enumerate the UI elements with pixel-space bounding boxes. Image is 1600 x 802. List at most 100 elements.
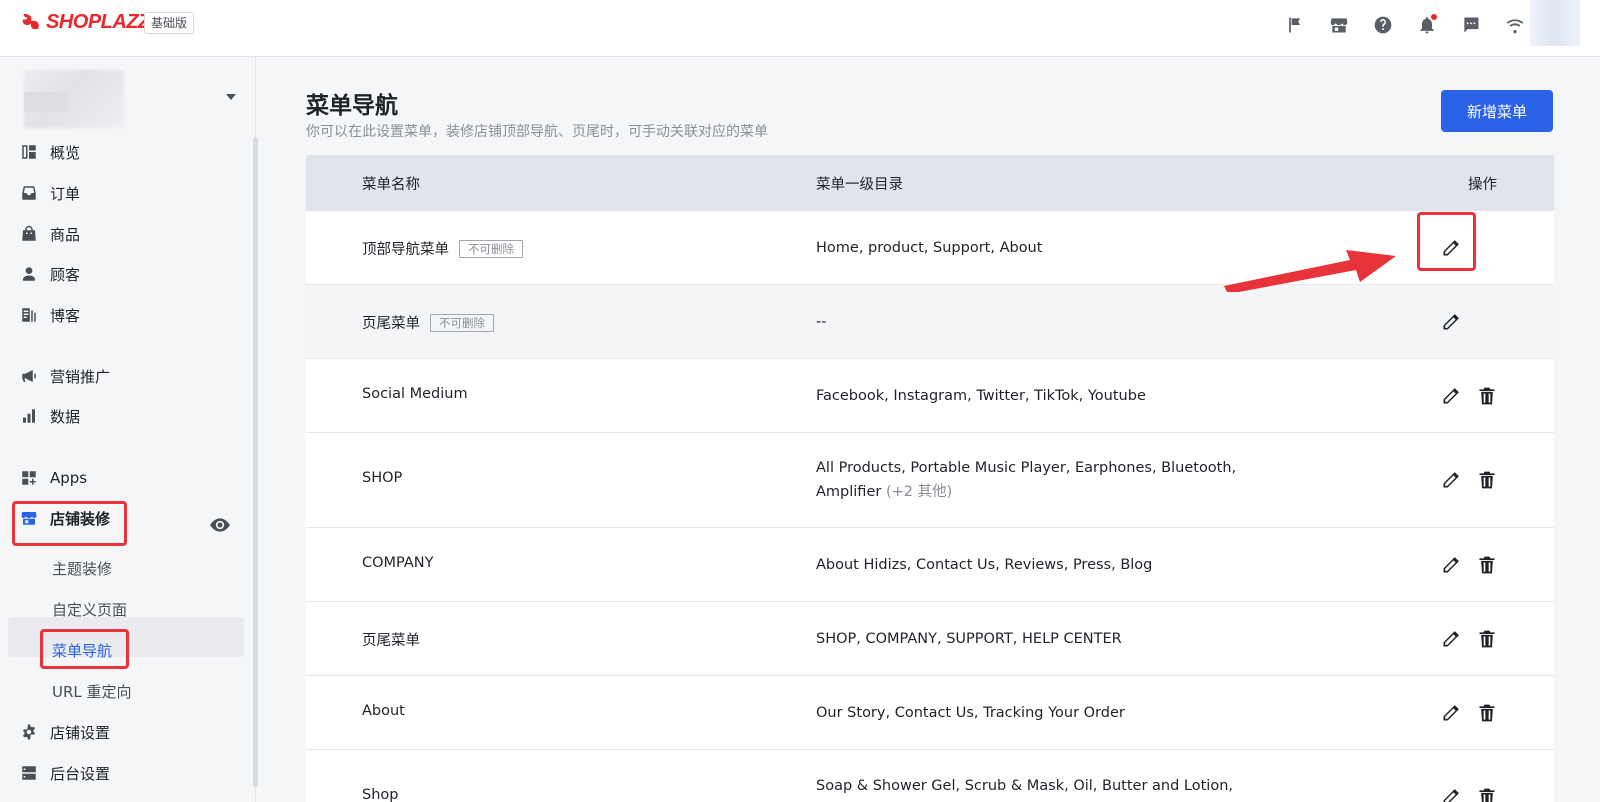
logo[interactable]: SHOPLAZZA <box>20 11 164 34</box>
inbox-icon <box>20 184 38 202</box>
sidebar-item-products[interactable]: 商品 <box>20 219 80 249</box>
user-avatar[interactable] <box>1530 0 1580 46</box>
notification-dot <box>1431 14 1437 20</box>
menu-name-cell: Social Medium <box>362 386 468 402</box>
chat-icon[interactable] <box>1460 14 1482 36</box>
bag-icon <box>20 225 38 243</box>
sidebar-item-label: 店铺设置 <box>50 723 111 742</box>
table-row: Social Medium Facebook, Instagram, Twitt… <box>306 359 1554 433</box>
top-icons <box>1284 14 1526 36</box>
column-header-name: 菜单名称 <box>362 176 420 193</box>
storefront-icon <box>20 509 38 527</box>
column-header-directory: 菜单一级目录 <box>816 176 903 193</box>
sidebar-item-label: 商品 <box>50 225 81 244</box>
help-icon[interactable] <box>1372 14 1394 36</box>
table-row: Shop Soap & Shower Gel, Scrub & Mask, Oi… <box>306 750 1554 802</box>
menu-name[interactable]: 顶部导航菜单 <box>362 238 449 259</box>
store-selector[interactable] <box>20 70 240 130</box>
sidebar-subitem-url-redirect[interactable]: URL 重定向 <box>52 677 132 705</box>
caret-down-icon[interactable] <box>226 94 236 100</box>
sidebar-item-label: 订单 <box>50 184 81 203</box>
row-actions <box>1441 470 1497 490</box>
sidebar-scrollbar[interactable] <box>253 137 258 787</box>
menu-name[interactable]: Shop <box>362 787 398 802</box>
trash-icon[interactable] <box>1477 787 1497 802</box>
sidebar-item-admin-settings[interactable]: 后台设置 <box>20 758 110 788</box>
menu-name-cell: COMPANY <box>362 555 434 571</box>
column-header-actions: 操作 <box>1468 176 1497 193</box>
add-menu-button[interactable]: 新增菜单 <box>1441 90 1553 132</box>
wifi-icon[interactable] <box>1504 14 1526 36</box>
person-icon <box>20 265 38 283</box>
sidebar-item-label: 营销推广 <box>50 367 111 386</box>
table-row: SHOP All Products, Portable Music Player… <box>306 433 1554 528</box>
trash-icon[interactable] <box>1477 629 1497 649</box>
blog-icon <box>20 306 38 324</box>
menu-name-cell: Shop <box>362 787 398 802</box>
trash-icon[interactable] <box>1477 703 1497 723</box>
megaphone-icon <box>20 367 38 385</box>
menu-directory: -- <box>816 314 827 330</box>
sidebar-item-label: 后台设置 <box>50 764 111 783</box>
menu-directory: Our Story, Contact Us, Tracking Your Ord… <box>816 705 1125 721</box>
menu-name[interactable]: COMPANY <box>362 555 434 571</box>
sidebar-item-customers[interactable]: 顾客 <box>20 259 80 289</box>
menu-directory: About Hidizs, Contact Us, Reviews, Press… <box>816 557 1153 573</box>
menu-directory: Home, product, Support, About <box>816 240 1043 256</box>
menu-directory-text: All Products, Portable Music Player, Ear… <box>816 460 1237 500</box>
trash-icon[interactable] <box>1477 470 1497 490</box>
trash-icon[interactable] <box>1477 386 1497 406</box>
menu-name[interactable]: SHOP <box>362 470 402 486</box>
menu-directory: All Products, Portable Music Player, Ear… <box>816 456 1256 504</box>
sidebar-item-analytics[interactable]: 数据 <box>20 401 80 431</box>
trash-icon[interactable] <box>1477 555 1497 575</box>
sidebar-item-label: 店铺装修 <box>50 509 111 528</box>
menu-name-cell: 页尾菜单 <box>362 629 420 650</box>
top-bar: SHOPLAZZA 基础版 <box>0 0 1600 57</box>
bell-icon[interactable] <box>1416 14 1438 36</box>
table-row: COMPANY About Hidizs, Contact Us, Review… <box>306 528 1554 602</box>
edit-pencil-icon[interactable] <box>1441 238 1461 258</box>
flag-icon[interactable] <box>1284 14 1306 36</box>
menu-directory: SHOP, COMPANY, SUPPORT, HELP CENTER <box>816 631 1122 647</box>
menu-name-cell: 顶部导航菜单 不可删除 <box>362 238 523 259</box>
store-icon[interactable] <box>1328 14 1350 36</box>
edit-pencil-icon[interactable] <box>1441 703 1461 723</box>
edit-pencil-icon[interactable] <box>1441 470 1461 490</box>
edit-pencil-icon[interactable] <box>1441 312 1461 332</box>
sidebar-item-label: 博客 <box>50 306 81 325</box>
edit-pencil-icon[interactable] <box>1441 629 1461 649</box>
bar-chart-icon <box>20 407 38 425</box>
menu-name[interactable]: 页尾菜单 <box>362 312 420 333</box>
row-actions <box>1441 555 1497 575</box>
sidebar-item-apps[interactable]: Apps <box>20 463 87 493</box>
menu-name[interactable]: Social Medium <box>362 386 468 402</box>
sidebar-item-label: 概览 <box>50 143 81 162</box>
sidebar-item-settings[interactable]: 店铺设置 <box>20 717 110 747</box>
undeletable-tag: 不可删除 <box>430 313 494 332</box>
sidebar-item-online-store[interactable]: 店铺装修 <box>20 503 110 533</box>
sidebar-item-overview[interactable]: 概览 <box>20 137 80 167</box>
sidebar-item-label: 顾客 <box>50 265 81 284</box>
annotation-arrow <box>1224 250 1396 292</box>
menu-name[interactable]: 页尾菜单 <box>362 629 420 650</box>
sidebar-item-marketing[interactable]: 营销推广 <box>20 361 110 391</box>
sidebar-subitem-navigation[interactable]: 菜单导航 <box>52 636 112 664</box>
edit-pencil-icon[interactable] <box>1441 386 1461 406</box>
edit-pencil-icon[interactable] <box>1441 787 1461 802</box>
menu-name[interactable]: About <box>362 703 405 719</box>
more-items-count[interactable]: (+2 其他) <box>886 484 952 500</box>
sidebar-subitem-themes[interactable]: 主题装修 <box>52 554 112 582</box>
sidebar-item-blog[interactable]: 博客 <box>20 300 80 330</box>
undeletable-tag: 不可删除 <box>459 239 523 258</box>
sidebar-item-orders[interactable]: 订单 <box>20 178 80 208</box>
eye-icon[interactable] <box>210 517 230 532</box>
page-subtitle: 你可以在此设置菜单，装修店铺顶部导航、页尾时，可手动关联对应的菜单 <box>306 124 768 140</box>
sidebar-item-label: 数据 <box>50 407 81 426</box>
row-actions <box>1441 787 1497 802</box>
table-row: 页尾菜单 不可删除 -- <box>306 285 1554 359</box>
sidebar-subitem-pages[interactable]: 自定义页面 <box>52 595 127 623</box>
sidebar-item-label: Apps <box>50 469 88 487</box>
dashboard-icon <box>20 143 38 161</box>
edit-pencil-icon[interactable] <box>1441 555 1461 575</box>
